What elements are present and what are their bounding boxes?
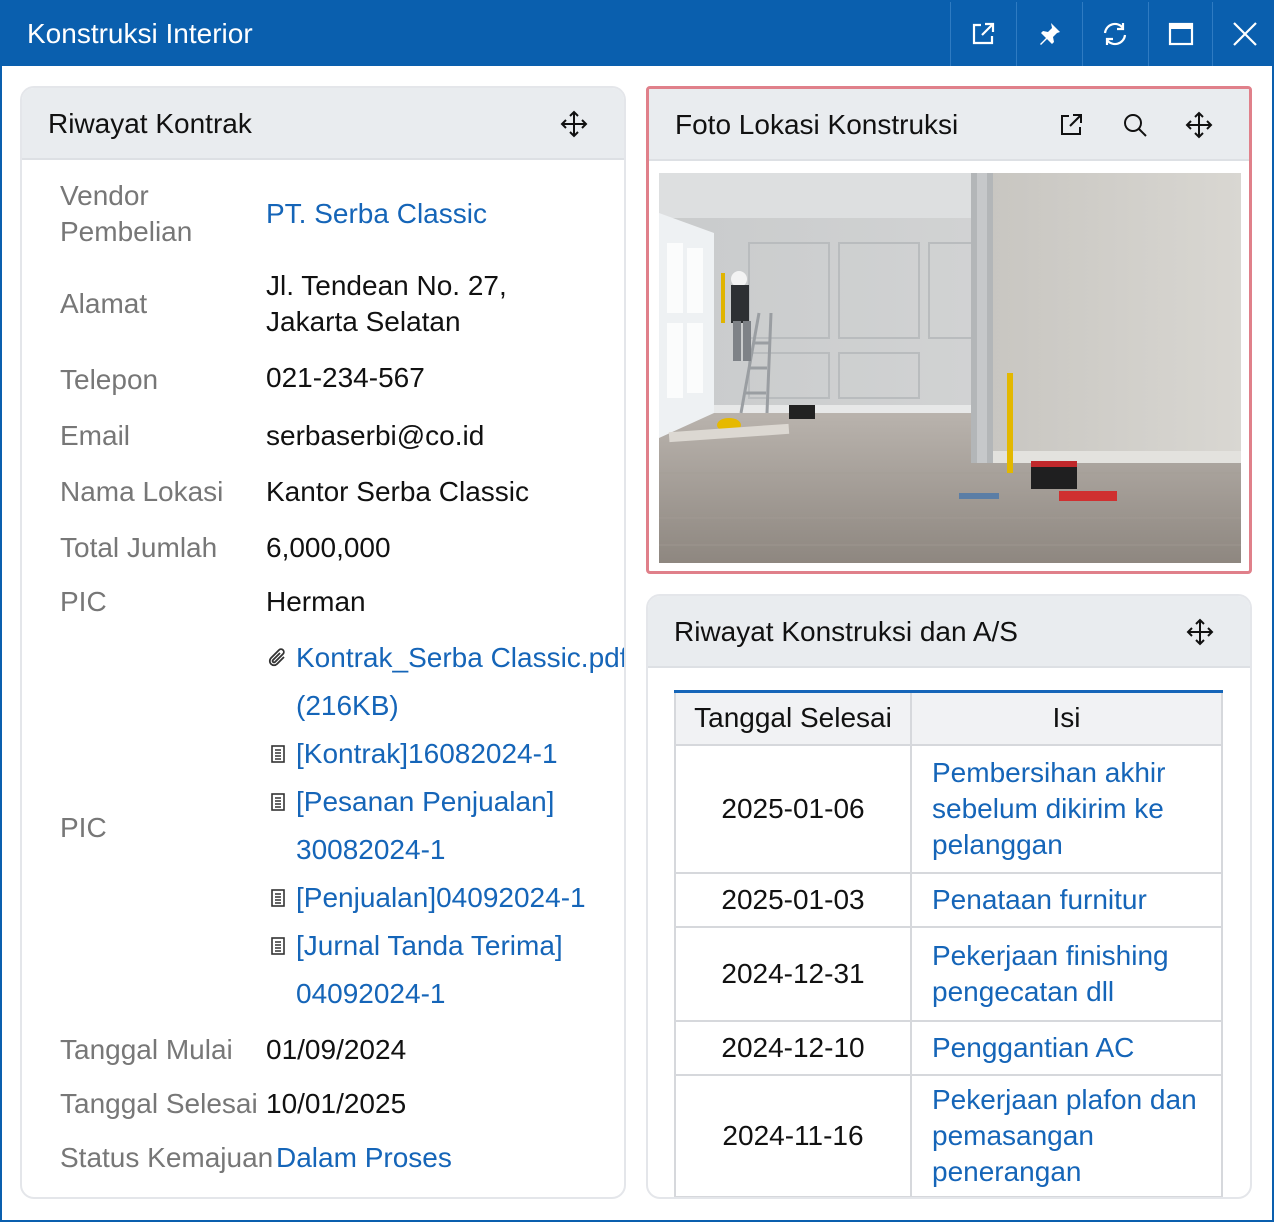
location-label: Nama Lokasi xyxy=(60,476,224,507)
table-header-row: Tanggal Selesai Isi xyxy=(674,690,1223,746)
document-icon xyxy=(271,889,285,907)
row-content-link[interactable]: Penataan furnitur xyxy=(910,871,1223,928)
close-button[interactable] xyxy=(1212,2,1274,66)
column-header-content: Isi xyxy=(910,690,1223,746)
status-label: Status Kemajuan xyxy=(60,1142,274,1173)
table-row[interactable]: 2025-01-06 Pembersihan akhir sebelum dik… xyxy=(674,743,1223,874)
history-panel-header: Riwayat Konstruksi dan A/S xyxy=(648,596,1250,668)
document-icon xyxy=(271,937,285,955)
vendor-label-line1: Vendor xyxy=(60,180,149,211)
row-content-link[interactable]: Pekerjaan finishing pengecatan dll xyxy=(910,925,1223,1022)
open-external-icon[interactable] xyxy=(1057,111,1085,139)
status-link[interactable]: Dalam Proses xyxy=(276,1140,452,1176)
docs-label: PIC xyxy=(60,812,107,843)
column-header-date: Tanggal Selesai xyxy=(674,690,912,746)
move-icon[interactable] xyxy=(560,110,588,138)
row-content-link[interactable]: Pekerjaan plafon dan pemasangan penerang… xyxy=(910,1073,1223,1197)
contract-panel-title: Riwayat Kontrak xyxy=(48,108,252,139)
vendor-link[interactable]: PT. Serba Classic xyxy=(266,196,487,232)
maximize-icon xyxy=(1168,22,1193,46)
move-icon[interactable] xyxy=(1185,111,1213,139)
row-date: 2025-01-06 xyxy=(674,743,912,874)
attachment-file-name[interactable]: Kontrak_Serba Classic.pdf xyxy=(296,634,624,682)
row-date: 2024-11-16 xyxy=(674,1073,912,1197)
search-icon[interactable] xyxy=(1121,111,1149,139)
phone-label: Telepon xyxy=(60,364,159,395)
pic-label: PIC xyxy=(60,586,107,617)
paperclip-icon xyxy=(268,648,285,667)
location-value: Kantor Serba Classic xyxy=(266,476,530,507)
address-line2: Jakarta Selatan xyxy=(266,306,461,337)
table-row[interactable]: 2024-12-31 Pekerjaan finishing pengecata… xyxy=(674,925,1223,1022)
close-icon xyxy=(1232,22,1257,46)
table-row[interactable]: 2024-11-16 Pekerjaan plafon dan pemasang… xyxy=(674,1073,1223,1197)
start-date-label: Tanggal Mulai xyxy=(60,1034,233,1065)
pin-icon xyxy=(1039,23,1060,45)
address-label: Alamat xyxy=(60,288,148,319)
history-panel-title: Riwayat Konstruksi dan A/S xyxy=(674,616,1018,647)
contract-panel-header: Riwayat Kontrak xyxy=(22,88,624,160)
pic-value: Herman xyxy=(266,586,366,617)
photo-panel-header: Foto Lokasi Konstruksi xyxy=(649,89,1249,161)
document-icon xyxy=(271,745,285,763)
external-link-icon xyxy=(972,22,994,45)
total-value: 6,000,000 xyxy=(266,532,391,563)
title-bar: Konstruksi Interior xyxy=(2,2,1272,66)
window-title: Konstruksi Interior xyxy=(27,18,253,49)
history-panel: Riwayat Konstruksi dan A/S Tanggal Seles… xyxy=(646,594,1252,1199)
row-date: 2024-12-10 xyxy=(674,1019,912,1076)
photo-panel: Foto Lokasi Konstruksi xyxy=(646,86,1252,574)
pin-button[interactable] xyxy=(1016,2,1080,66)
row-date: 2025-01-03 xyxy=(674,871,912,928)
open-external-button[interactable] xyxy=(950,2,1014,66)
site-photo[interactable] xyxy=(659,173,1241,563)
history-table: Tanggal Selesai Isi 2025-01-06 Pembersih… xyxy=(674,690,1223,1197)
contract-panel: Riwayat Kontrak Vendor Pembelian PT. Ser… xyxy=(20,86,626,1199)
total-label: Total Jumlah xyxy=(60,532,218,563)
maximize-button[interactable] xyxy=(1148,2,1212,66)
row-content-link[interactable]: Penggantian AC xyxy=(910,1019,1223,1076)
row-date: 2024-12-31 xyxy=(674,925,912,1022)
photo-panel-title: Foto Lokasi Konstruksi xyxy=(675,109,959,140)
email-label: Email xyxy=(60,420,131,451)
row-content-link[interactable]: Pembersihan akhir sebelum dikirim ke pel… xyxy=(910,743,1223,874)
move-icon[interactable] xyxy=(1186,618,1214,646)
refresh-icon xyxy=(1103,22,1126,46)
vendor-label-line2: Pembelian xyxy=(60,216,193,247)
table-row[interactable]: 2024-12-10 Penggantian AC xyxy=(674,1019,1223,1076)
end-date-value: 10/01/2025 xyxy=(266,1088,407,1119)
start-date-value: 01/09/2024 xyxy=(266,1034,407,1065)
end-date-label: Tanggal Selesai xyxy=(60,1088,258,1119)
table-row[interactable]: 2025-01-03 Penataan furnitur xyxy=(674,871,1223,928)
email-value: serbaserbi@co.id xyxy=(266,420,485,451)
address-line1: Jl. Tendean No. 27, xyxy=(266,270,507,301)
refresh-button[interactable] xyxy=(1082,2,1146,66)
document-icon xyxy=(271,793,285,811)
phone-value: 021-234-567 xyxy=(266,362,425,393)
